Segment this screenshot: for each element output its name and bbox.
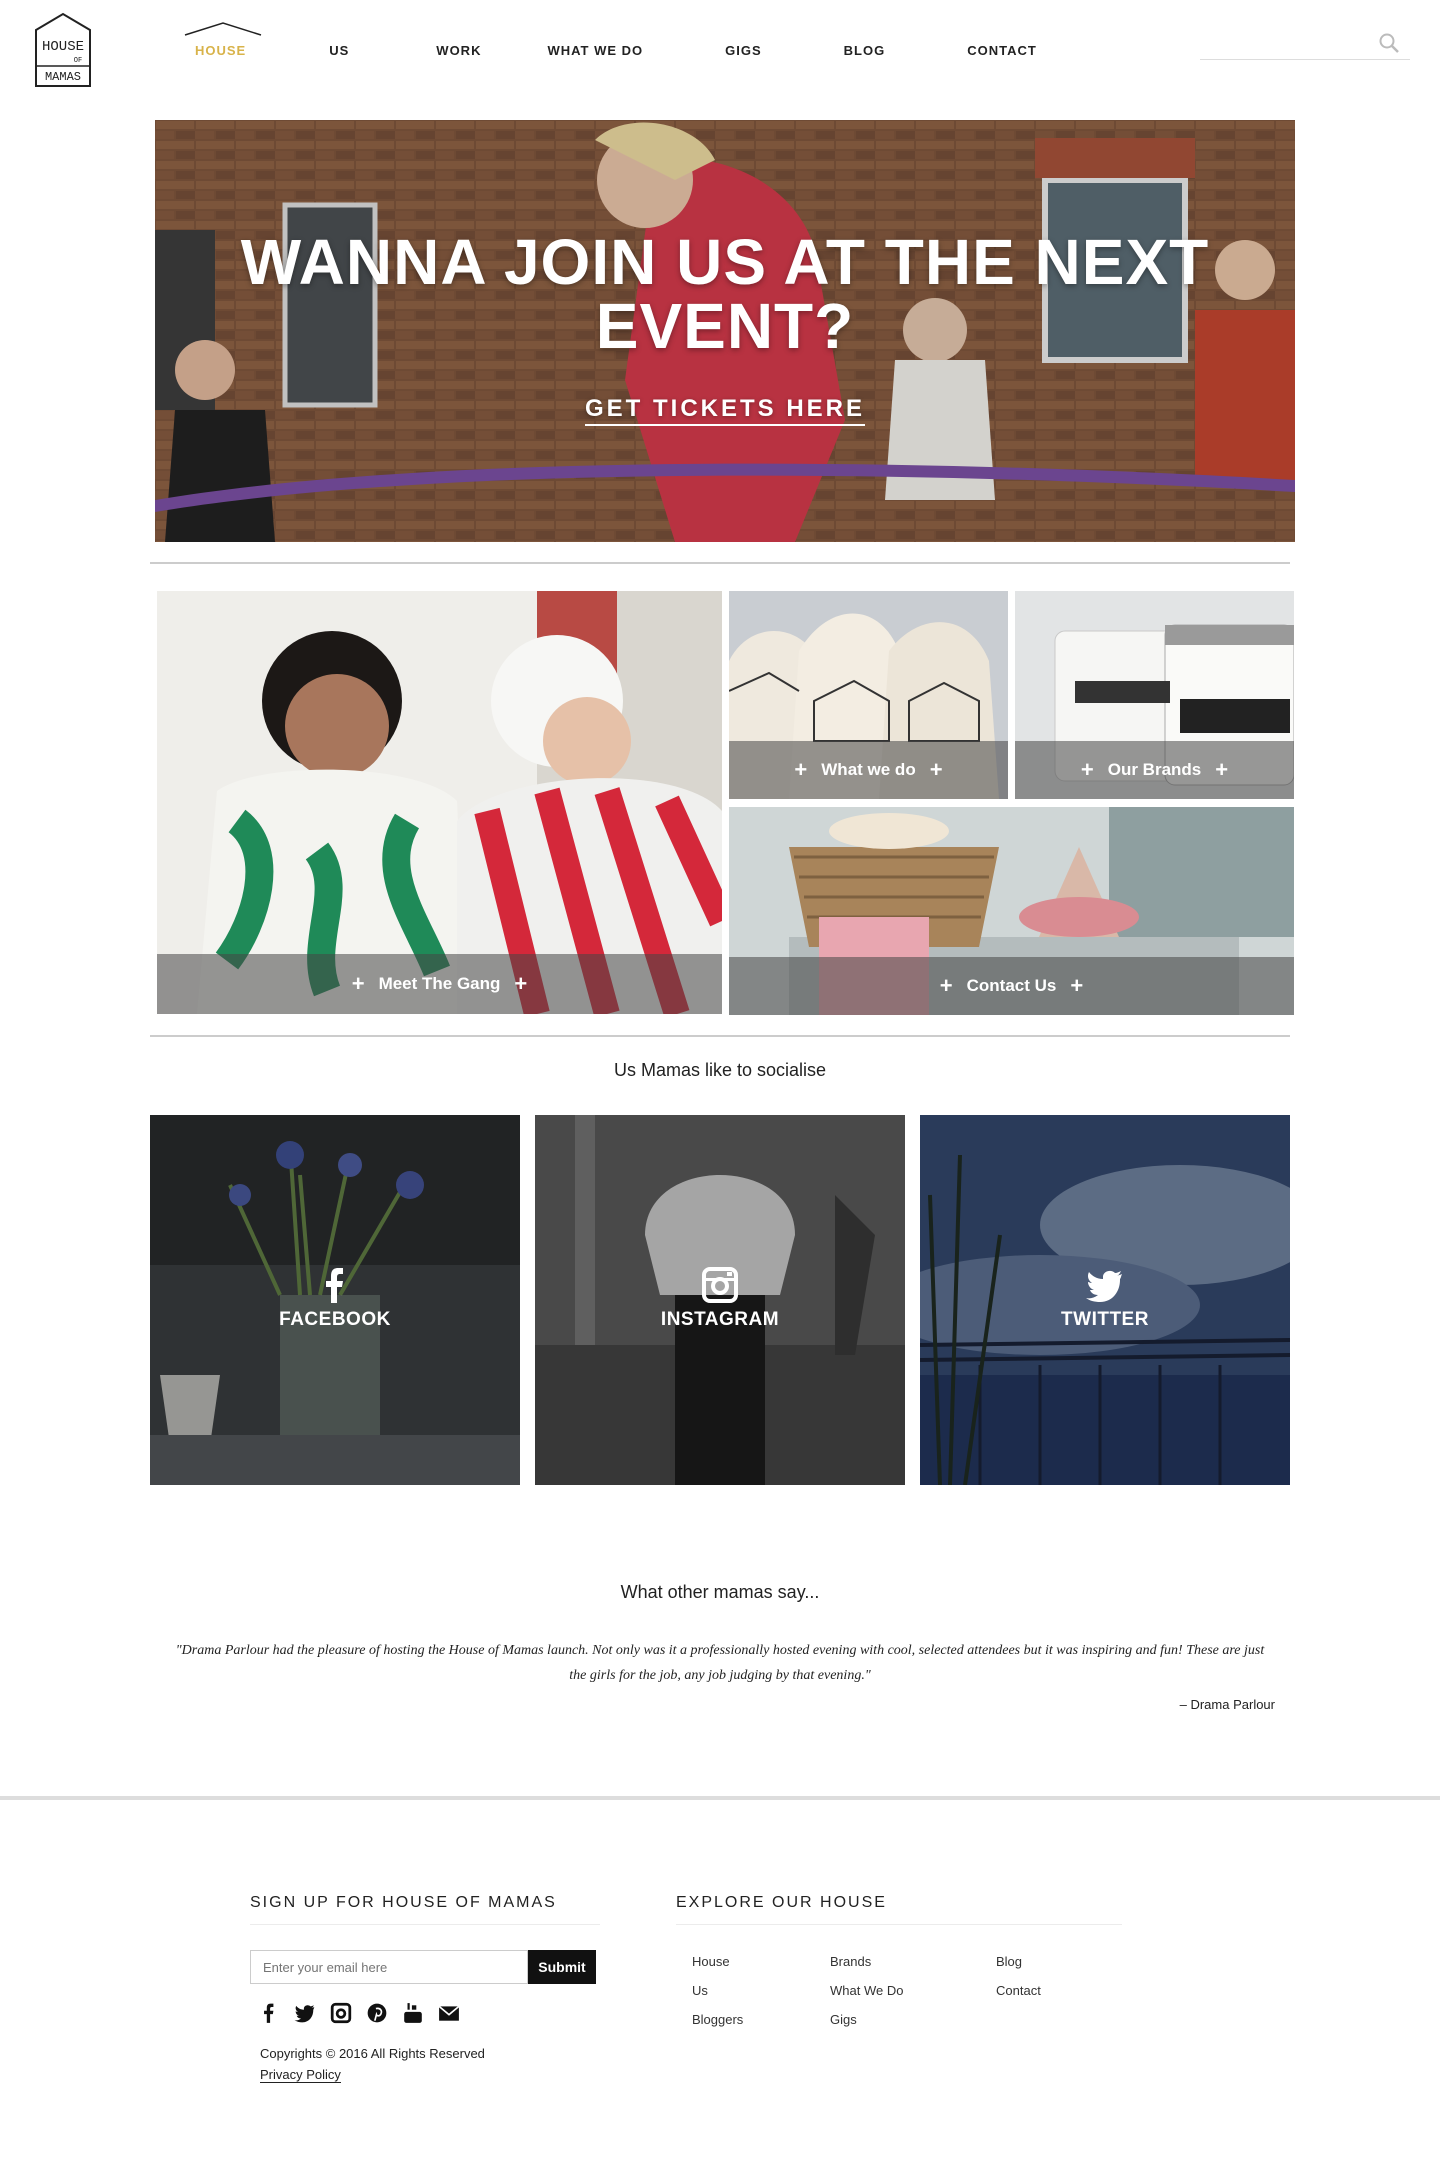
nav-item-contact[interactable]: CONTACT <box>967 31 1037 70</box>
footer-link-brands[interactable]: Brands <box>830 1954 871 1969</box>
hero-title: WANNA JOIN US AT THE NEXT EVENT? <box>240 226 1210 362</box>
footer-link-what-we-do[interactable]: What We Do <box>830 1983 903 1998</box>
house-of-mamas-logo[interactable]: HOUSE OF MAMAS <box>30 10 96 90</box>
tile-photo <box>157 591 722 1014</box>
search-icon[interactable] <box>1378 32 1400 54</box>
plus-icon: + <box>1215 757 1229 782</box>
tile-meet-the-gang[interactable]: + Meet The Gang + <box>157 591 722 1014</box>
tile-our-brands[interactable]: + Our Brands + <box>1015 591 1294 799</box>
nav-item-label: GIGS <box>725 42 762 58</box>
hero-banner: WANNA JOIN US AT THE NEXT EVENT? GET TIC… <box>155 120 1295 542</box>
facebook-tile[interactable]: FACEBOOK <box>150 1115 520 1485</box>
youtube-icon[interactable] <box>402 2002 424 2024</box>
privacy-policy-link[interactable]: Privacy Policy <box>260 2067 341 2083</box>
plus-icon: + <box>1080 757 1094 782</box>
plus-icon: + <box>514 971 528 996</box>
explore-heading: EXPLORE OUR HOUSE <box>676 1894 887 1911</box>
nav-item-what-we-do[interactable]: WHAT WE DO <box>547 31 643 70</box>
svg-text:OF: OF <box>74 57 82 65</box>
plus-icon: + <box>794 757 808 782</box>
twitter-tile[interactable]: TWITTER <box>920 1115 1290 1485</box>
social-content: FACEBOOK <box>150 1265 520 1331</box>
footer-divider <box>0 1796 1440 1800</box>
roof-icon <box>184 21 262 36</box>
nav-item-blog[interactable]: BLOG <box>844 31 886 70</box>
testimonial-quote: "Drama Parlour had the pleasure of hosti… <box>175 1643 1265 1683</box>
twitter-icon[interactable] <box>294 2002 316 2024</box>
nav-item-house[interactable]: HOUSE <box>184 21 262 70</box>
pinterest-icon[interactable] <box>366 2002 388 2024</box>
nav-item-label: CONTACT <box>967 42 1037 58</box>
testimonials-heading: What other mamas say... <box>620 1582 820 1602</box>
nav-item-label: HOUSE <box>195 42 247 58</box>
footer-link-us[interactable]: Us <box>692 1983 708 1998</box>
main-nav: HOUSE US WORK WHAT WE DO GIGS BLOG CONTA… <box>160 21 1037 70</box>
plus-icon: + <box>939 973 953 998</box>
footer-link-blog[interactable]: Blog <box>996 1954 1022 1969</box>
tile-what-we-do[interactable]: + What we do + <box>729 591 1008 799</box>
nav-item-label: BLOG <box>843 42 886 58</box>
social-heading: Us Mamas like to socialise <box>613 1060 827 1080</box>
plus-icon: + <box>351 971 365 996</box>
submit-button[interactable]: Submit <box>528 1950 596 1984</box>
email-input[interactable] <box>250 1950 528 1984</box>
plus-icon: + <box>929 757 943 782</box>
footer-link-contact[interactable]: Contact <box>996 1983 1041 1998</box>
footer-link-gigs[interactable]: Gigs <box>830 2012 857 2027</box>
social-label: INSTAGRAM <box>660 1309 780 1330</box>
nav-item-us[interactable]: US <box>329 31 349 70</box>
hero-link-wrap: GET TICKETS HERE <box>155 395 1295 426</box>
email-icon[interactable] <box>438 2002 460 2024</box>
instagram-icon <box>702 1267 738 1303</box>
site-header: HOUSE OF MAMAS HOUSE US WORK WHAT WE DO … <box>0 0 1440 110</box>
nav-item-work[interactable]: WORK <box>436 31 481 70</box>
search-box <box>1200 28 1410 60</box>
tile-caption: + Our Brands + <box>1015 741 1294 799</box>
footer-link-house[interactable]: House <box>692 1954 730 1969</box>
tile-caption: + Contact Us + <box>729 957 1294 1015</box>
social-label: FACEBOOK <box>279 1309 391 1330</box>
footer-link-bloggers[interactable]: Bloggers <box>692 2012 743 2027</box>
social-content: INSTAGRAM <box>535 1265 905 1331</box>
instagram-icon[interactable] <box>330 2002 352 2024</box>
svg-text:HOUSE: HOUSE <box>42 39 84 55</box>
divider <box>250 1924 600 1925</box>
tile-label: Our Brands <box>1107 760 1202 779</box>
tile-label: What we do <box>821 760 916 779</box>
instagram-tile[interactable]: INSTAGRAM <box>535 1115 905 1485</box>
nav-item-label: WHAT WE DO <box>547 42 644 58</box>
nav-item-label: US <box>329 42 350 58</box>
signup-heading: SIGN UP FOR HOUSE OF MAMAS <box>250 1894 557 1911</box>
facebook-icon <box>326 1268 343 1303</box>
social-content: TWITTER <box>920 1265 1290 1331</box>
search-input[interactable] <box>1200 28 1375 58</box>
svg-text:MAMAS: MAMAS <box>45 70 81 84</box>
tile-label: Contact Us <box>966 976 1057 995</box>
divider <box>676 1924 1122 1925</box>
nav-item-gigs[interactable]: GIGS <box>725 31 762 70</box>
plus-icon: + <box>1070 973 1084 998</box>
nav-item-label: WORK <box>436 42 482 58</box>
tile-caption: + Meet The Gang + <box>157 954 722 1014</box>
divider <box>150 562 1290 564</box>
copyright-text: Copyrights © 2016 All Rights Reserved <box>260 2046 485 2061</box>
facebook-icon[interactable] <box>258 2002 280 2024</box>
tile-caption: + What we do + <box>729 741 1008 799</box>
footer-social-icons <box>258 2002 474 2024</box>
testimonial-author: – Drama Parlour <box>1179 1697 1275 1712</box>
tile-contact-us[interactable]: + Contact Us + <box>729 807 1294 1015</box>
get-tickets-link[interactable]: GET TICKETS HERE <box>584 395 866 426</box>
social-label: TWITTER <box>1061 1309 1149 1330</box>
tile-label: Meet The Gang <box>378 974 501 993</box>
twitter-icon <box>1086 1270 1122 1302</box>
divider <box>150 1035 1290 1037</box>
